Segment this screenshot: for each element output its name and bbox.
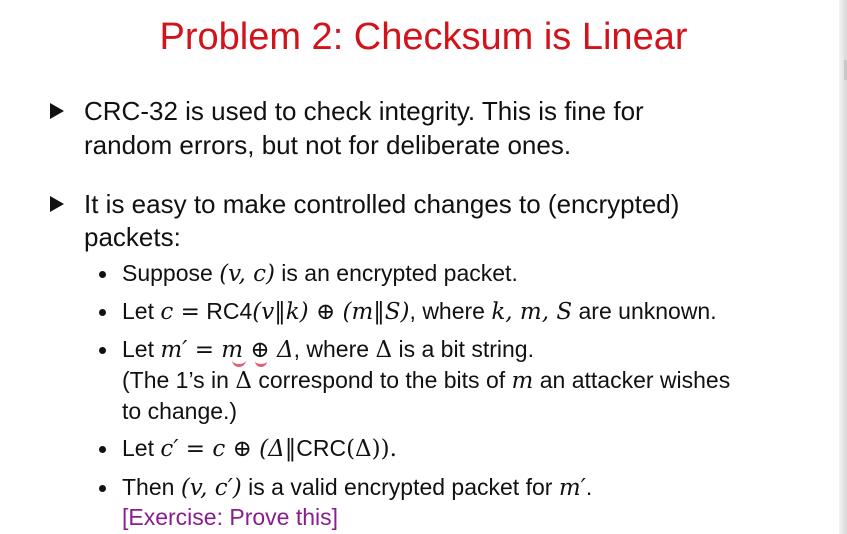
sub2-text2: , where: [409, 298, 492, 324]
bullet-triangle-icon: [50, 103, 64, 119]
sub1-text1: Suppose: [122, 260, 220, 286]
sub5-text2: is a valid encrypted packet for: [241, 474, 559, 500]
sub1-math: (v, c): [219, 261, 275, 287]
sub2-text3: are unknown.: [572, 298, 717, 324]
sub3-text3: is a bit string.: [392, 336, 534, 362]
sub3-text1: Let: [122, 336, 161, 362]
bullet2-line2: packets:: [84, 222, 181, 252]
sub4-math1: c′ = c ⊕ (Δ‖: [160, 436, 297, 462]
sub-bullet-4: Let c′ = c ⊕ (Δ‖CRC(Δ)).: [122, 433, 397, 465]
sub-bullet-dot-icon: [99, 309, 106, 316]
sub-bullet-3-line2: (The 1’s in Δ correspond to the bits of …: [122, 365, 730, 397]
bullet1-line1: CRC-32 is used to check integrity. This …: [84, 96, 644, 126]
sub-bullet-dot-icon: [99, 485, 106, 492]
bullet1-line2: random errors, but not for deliberate on…: [84, 130, 572, 160]
sub3-line2math2: m: [511, 368, 534, 394]
sub2-text1: Let: [122, 298, 161, 324]
sub3-text2: , where: [293, 336, 376, 362]
exercise-note: [Exercise: Prove this]: [122, 504, 339, 530]
sub3-line2c: an attacker wishes: [533, 367, 731, 393]
sub3-line2b: correspond to the bits of: [251, 367, 512, 393]
slide: Problem 2: Checksum is Linear CRC-32 is …: [0, 0, 847, 534]
sub2-math2: (v‖k) ⊕ (m‖S): [252, 299, 410, 325]
sub-bullet-2: Let c = RC4(v‖k) ⊕ (m‖S), where k, m, S …: [122, 296, 717, 328]
bullet2-line1: It is easy to make controlled changes to…: [84, 189, 680, 219]
sub4-crc: CRC: [296, 435, 347, 461]
sub4-math2: (Δ)).: [346, 436, 397, 462]
sub3-line2a: (The 1’s in: [122, 367, 236, 393]
sub5-math1: (v, c′): [180, 475, 242, 501]
sub2-math3: k, m, S: [491, 299, 573, 325]
slide-title: Problem 2: Checksum is Linear: [159, 16, 688, 58]
sub5-math2: m′: [558, 475, 586, 501]
bullet-triangle-icon: [50, 196, 64, 212]
sub3-math1: m′ = m ⊕ Δ: [160, 337, 294, 363]
sub-bullet-dot-icon: [99, 271, 106, 278]
sub-bullet-dot-icon: [99, 446, 106, 453]
sub4-text1: Let: [122, 435, 161, 461]
sub3-line2math: Δ: [235, 368, 252, 394]
sub-bullet-5: Then (v, c′) is a valid encrypted packet…: [122, 472, 592, 504]
sub3-math2: Δ: [375, 337, 393, 363]
sub2-math1: c =: [160, 299, 200, 325]
window-edge: [839, 0, 847, 534]
sub-bullet-3-line3: to change.): [122, 398, 238, 424]
sub5-text1: Then: [122, 474, 181, 500]
sub2-rc4: RC4: [199, 298, 253, 324]
sub-bullet-3: Let m′ = m ⊕ Δ, where Δ is a bit string.: [122, 334, 534, 366]
sub-bullet-dot-icon: [99, 347, 106, 354]
sub-bullet-1: Suppose (v, c) is an encrypted packet.: [122, 258, 518, 290]
sub5-text3: .: [585, 474, 593, 500]
sub1-text2: is an encrypted packet.: [274, 260, 518, 286]
